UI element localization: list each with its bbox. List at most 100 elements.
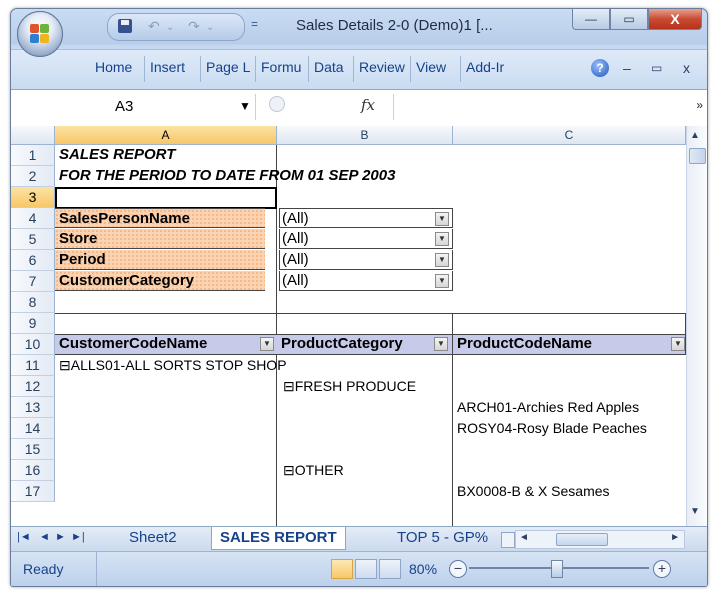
chevron-down-icon[interactable]: ▼ <box>435 232 449 246</box>
next-sheet-icon[interactable]: ► <box>55 531 66 543</box>
name-box[interactable]: A3 ▼ <box>15 94 256 120</box>
page-layout-view-icon[interactable] <box>355 559 377 579</box>
sheet-tab-sheet2[interactable]: Sheet2 <box>121 527 185 549</box>
tab-divider <box>460 56 461 82</box>
sheet-tab-top5-gp[interactable]: TOP 5 - GP% <box>389 527 496 549</box>
filter-value-box[interactable]: (All) ▼ <box>279 229 453 249</box>
filter-value-box[interactable]: (All) ▼ <box>279 250 453 270</box>
help-icon[interactable]: ? <box>591 59 609 77</box>
row-header[interactable]: 17 <box>11 481 55 502</box>
filter-field: Store <box>55 229 265 249</box>
tab-add-ins[interactable]: Add-Ir <box>466 59 516 75</box>
sheet-tabs-bar: |◄ ◄ ► ►| Sheet2 SALES REPORT TOP 5 - GP… <box>11 526 707 551</box>
customer-item[interactable]: ⊟ALLS01-ALL SORTS STOP SHOP <box>59 355 287 375</box>
ribbon-tabs: Home Insert Page L Formu Data Review Vie… <box>11 49 707 90</box>
expand-formula-icon[interactable]: » <box>696 98 703 112</box>
tab-divider <box>255 56 256 82</box>
column-header-a[interactable]: A <box>55 126 277 145</box>
row-header[interactable]: 11 <box>11 355 55 376</box>
maximize-button[interactable]: ▭ <box>610 9 648 30</box>
row-header[interactable]: 15 <box>11 439 55 460</box>
row-header[interactable]: 7 <box>11 271 55 292</box>
scroll-thumb[interactable] <box>689 148 706 164</box>
filter-label: SalesPersonName <box>59 210 190 227</box>
page-break-view-icon[interactable] <box>379 559 401 579</box>
scroll-up-icon[interactable]: ▲ <box>690 130 700 141</box>
category-item[interactable]: ⊟OTHER <box>283 460 344 480</box>
scroll-left-icon[interactable]: ◄ <box>519 532 529 543</box>
row-header[interactable]: 16 <box>11 460 55 481</box>
active-cell-a3[interactable] <box>55 187 277 209</box>
row-header[interactable]: 12 <box>11 376 55 397</box>
chevron-down-icon[interactable]: ▼ <box>435 274 449 288</box>
first-sheet-icon[interactable]: |◄ <box>17 531 31 543</box>
scroll-down-icon[interactable]: ▼ <box>690 506 700 517</box>
office-button[interactable] <box>17 11 63 57</box>
row-header[interactable]: 9 <box>11 313 55 334</box>
category-item[interactable]: ⊟FRESH PRODUCE <box>283 376 416 396</box>
save-icon[interactable] <box>118 19 132 33</box>
tab-insert[interactable]: Insert <box>150 59 185 75</box>
row-header[interactable]: 5 <box>11 229 55 250</box>
chevron-down-icon[interactable]: ▼ <box>435 212 449 226</box>
row-header[interactable]: 4 <box>11 208 55 229</box>
zoom-out-icon[interactable]: − <box>449 560 467 578</box>
row-header[interactable]: 13 <box>11 397 55 418</box>
status-ready: Ready <box>23 561 64 577</box>
undo-icon[interactable]: ↶ <box>148 17 160 35</box>
row-header[interactable]: 8 <box>11 292 55 313</box>
product-item: ROSY04-Rosy Blade Peaches <box>457 420 647 436</box>
chevron-down-icon[interactable]: ▼ <box>260 337 274 351</box>
customize-toolbar-icon[interactable]: = <box>251 17 258 31</box>
chevron-down-icon[interactable]: ▼ <box>435 253 449 267</box>
row-header[interactable]: 10 <box>11 334 55 355</box>
row-header[interactable]: 3 <box>11 187 55 208</box>
excel-window: ↶ ⌄ ↷ ⌄ = Sales Details 2-0 (Demo)1 [...… <box>10 8 708 587</box>
horizontal-scrollbar[interactable]: ◄ ► <box>515 530 685 549</box>
vertical-scrollbar[interactable]: ▲ ▼ <box>686 126 707 526</box>
doc-restore-icon[interactable]: ▭ <box>651 61 662 75</box>
formula-cancel-icon[interactable] <box>269 96 285 112</box>
column-header-c[interactable]: C <box>453 126 686 145</box>
redo-icon[interactable]: ↷ <box>188 17 200 35</box>
row-header[interactable]: 2 <box>11 166 55 187</box>
select-all-corner[interactable] <box>11 126 55 145</box>
zoom-level[interactable]: 80% <box>409 561 437 577</box>
row-header[interactable]: 6 <box>11 250 55 271</box>
scroll-thumb[interactable] <box>556 533 608 546</box>
filter-value: (All) <box>282 272 309 289</box>
tab-formulas[interactable]: Formu <box>261 59 305 75</box>
redo-dropdown-icon[interactable]: ⌄ <box>206 19 214 37</box>
doc-minimize-icon[interactable]: – <box>623 60 631 76</box>
maximize-icon: ▭ <box>623 12 635 26</box>
doc-close-icon[interactable]: x <box>683 60 690 76</box>
chevron-down-icon[interactable]: ▼ <box>671 337 685 351</box>
filter-value-box[interactable]: (All) ▼ <box>279 208 453 228</box>
chevron-down-icon[interactable]: ▼ <box>239 99 251 113</box>
chevron-down-icon[interactable]: ▼ <box>434 337 448 351</box>
sheet-tab-sales-report[interactable]: SALES REPORT <box>211 527 346 550</box>
insert-function-icon[interactable]: fx <box>361 96 375 114</box>
scroll-right-icon[interactable]: ► <box>670 532 680 543</box>
tab-view[interactable]: View <box>416 59 446 75</box>
row-header[interactable]: 14 <box>11 418 55 439</box>
minimize-button[interactable]: — <box>572 9 610 30</box>
undo-dropdown-icon[interactable]: ⌄ <box>166 19 174 37</box>
tab-data[interactable]: Data <box>314 59 344 75</box>
last-sheet-icon[interactable]: ►| <box>71 531 85 543</box>
normal-view-icon[interactable] <box>331 559 353 579</box>
formula-buttons <box>261 94 396 120</box>
office-logo-icon <box>30 24 50 44</box>
filter-value-box[interactable]: (All) ▼ <box>279 271 453 291</box>
row-header[interactable]: 1 <box>11 145 55 166</box>
tab-review[interactable]: Review <box>359 59 407 75</box>
tab-home[interactable]: Home <box>95 59 132 75</box>
zoom-slider-thumb[interactable] <box>551 560 563 578</box>
tab-split-handle[interactable] <box>501 532 515 548</box>
column-header-b[interactable]: B <box>277 126 453 145</box>
prev-sheet-icon[interactable]: ◄ <box>39 531 50 543</box>
close-button[interactable]: X <box>648 9 702 30</box>
name-box-value: A3 <box>115 98 134 115</box>
tab-page-layout[interactable]: Page L <box>206 59 252 75</box>
zoom-in-icon[interactable]: + <box>653 560 671 578</box>
